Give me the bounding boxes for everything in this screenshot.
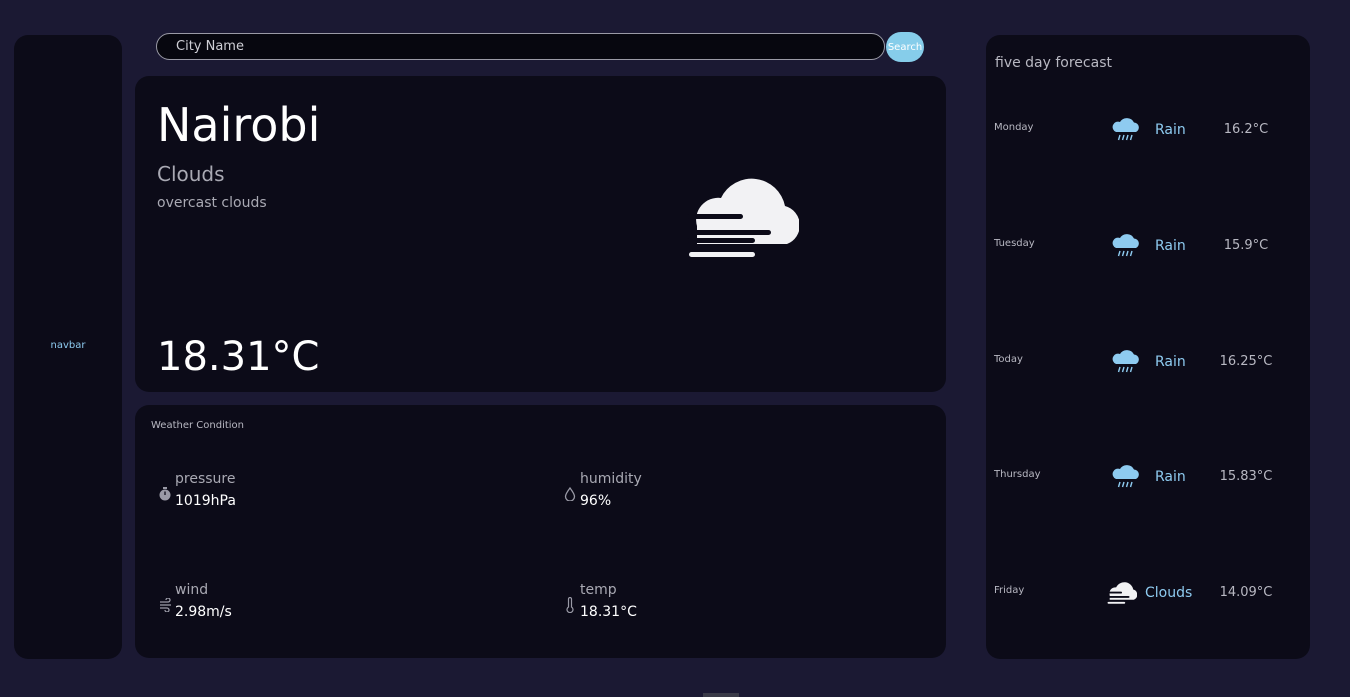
weather-description: overcast clouds bbox=[157, 195, 267, 211]
forecast-day: Tuesday bbox=[994, 238, 1035, 249]
city-search-input[interactable] bbox=[156, 33, 885, 60]
navbar: navbar bbox=[14, 35, 122, 659]
city-name: Nairobi bbox=[157, 98, 321, 152]
forecast-condition: Clouds bbox=[1145, 585, 1193, 601]
bottom-scroll-handle bbox=[703, 693, 739, 697]
rain-icon bbox=[1112, 463, 1140, 495]
fog-cloud-icon bbox=[687, 176, 800, 266]
stopwatch-icon bbox=[159, 486, 171, 505]
wind-value: 2.98m/s bbox=[175, 604, 232, 620]
forecast-title: five day forecast bbox=[995, 55, 1112, 71]
rain-icon bbox=[1112, 232, 1140, 264]
forecast-row: Today Rain 16.25°C bbox=[986, 350, 1310, 394]
five-day-forecast-panel: five day forecast Monday Rain 16.2°C Tue… bbox=[986, 35, 1310, 659]
weather-condition-card: Weather Condition pressure 1019hPa humid… bbox=[135, 405, 946, 658]
forecast-condition: Rain bbox=[1155, 354, 1186, 370]
forecast-day: Today bbox=[994, 354, 1023, 365]
fog-cloud-icon bbox=[1107, 581, 1138, 609]
forecast-row: Monday Rain 16.2°C bbox=[986, 118, 1310, 162]
forecast-temp: 15.9°C bbox=[1223, 238, 1269, 253]
forecast-row: Friday Clouds 14.09°C bbox=[986, 582, 1310, 625]
weather-condition: Clouds bbox=[157, 162, 225, 186]
rain-icon bbox=[1112, 116, 1140, 148]
wind-icon bbox=[159, 597, 173, 616]
forecast-row: Tuesday Rain 15.9°C bbox=[986, 234, 1310, 278]
current-temperature: 18.31°C bbox=[157, 334, 320, 380]
forecast-row: Thursday Rain 15.83°C bbox=[986, 465, 1310, 509]
forecast-condition: Rain bbox=[1155, 122, 1186, 138]
conditions-title: Weather Condition bbox=[151, 420, 245, 431]
forecast-temp: 14.09°C bbox=[1219, 585, 1273, 600]
wind-label: wind bbox=[175, 582, 209, 598]
humidity-value: 96% bbox=[580, 493, 612, 509]
forecast-condition: Rain bbox=[1155, 238, 1186, 254]
forecast-temp: 15.83°C bbox=[1219, 469, 1273, 484]
search-button[interactable]: Search bbox=[886, 32, 924, 62]
pressure-value: 1019hPa bbox=[175, 493, 236, 509]
thermometer-icon bbox=[564, 596, 576, 617]
forecast-day: Thursday bbox=[994, 469, 1041, 480]
forecast-day: Monday bbox=[994, 122, 1034, 133]
navbar-label: navbar bbox=[50, 340, 86, 351]
forecast-temp: 16.2°C bbox=[1223, 122, 1269, 137]
forecast-condition: Rain bbox=[1155, 469, 1186, 485]
pressure-label: pressure bbox=[175, 471, 236, 487]
forecast-day: Friday bbox=[994, 585, 1025, 596]
rain-icon bbox=[1112, 348, 1140, 380]
humidity-label: humidity bbox=[580, 471, 642, 487]
droplet-icon bbox=[564, 486, 576, 505]
current-weather-card: Nairobi Clouds overcast clouds 18.31°C bbox=[135, 76, 946, 392]
forecast-temp: 16.25°C bbox=[1219, 354, 1273, 369]
temp-value: 18.31°C bbox=[580, 604, 637, 620]
temp-label: temp bbox=[580, 582, 617, 598]
